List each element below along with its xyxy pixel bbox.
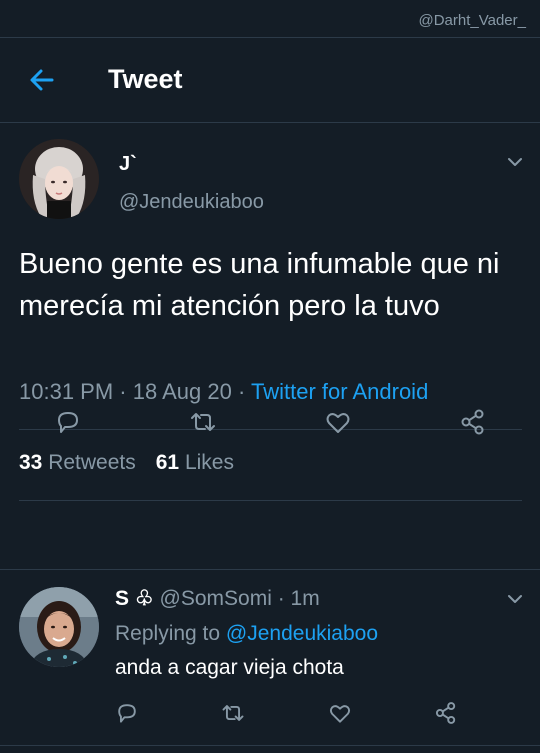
reply-text: anda a cagar vieja chota bbox=[115, 656, 344, 679]
tweet-stats: 33 Retweets 61 Likes bbox=[19, 451, 234, 475]
app-header: Tweet bbox=[0, 38, 540, 123]
meta-separator: · bbox=[271, 587, 291, 610]
avatar[interactable] bbox=[19, 587, 99, 667]
retweets-count: 33 bbox=[19, 451, 43, 474]
reply-icon[interactable] bbox=[114, 700, 140, 726]
tweet-actions bbox=[0, 397, 540, 447]
heart-icon[interactable] bbox=[327, 700, 353, 726]
likes-count: 61 bbox=[155, 451, 180, 474]
reply-display-name[interactable]: S ♧ bbox=[115, 587, 154, 610]
replying-to: Replying to @Jendeukiaboo bbox=[115, 622, 378, 646]
retweet-icon[interactable] bbox=[188, 407, 218, 437]
reply-tweet[interactable]: S ♧ @SomSomi · 1m Replying to @Jendeukia… bbox=[0, 570, 540, 753]
chevron-down-icon[interactable] bbox=[507, 593, 523, 605]
likes-stat[interactable]: 61 Likes bbox=[156, 451, 234, 474]
share-icon[interactable] bbox=[433, 700, 459, 726]
display-name[interactable]: J` bbox=[119, 153, 137, 176]
reply-header: S ♧ @SomSomi · 1m bbox=[115, 586, 320, 611]
avatar[interactable] bbox=[19, 139, 99, 219]
page-title: Tweet bbox=[108, 64, 183, 94]
reply-icon[interactable] bbox=[53, 407, 83, 437]
watermark-bar: @Darht_Vader_ bbox=[0, 0, 540, 38]
back-arrow-icon[interactable] bbox=[28, 66, 56, 94]
reply-time: 1m bbox=[290, 587, 320, 610]
retweets-label: Retweets bbox=[48, 451, 136, 474]
chevron-down-icon[interactable] bbox=[507, 156, 523, 168]
retweet-icon[interactable] bbox=[220, 700, 246, 726]
reply-handle[interactable]: @SomSomi bbox=[160, 587, 272, 610]
retweets-stat[interactable]: 33 Retweets bbox=[19, 451, 136, 474]
reply-actions bbox=[0, 700, 540, 736]
watermark: @Darht_Vader_ bbox=[418, 12, 526, 29]
share-icon[interactable] bbox=[458, 407, 488, 437]
likes-label: Likes bbox=[184, 451, 234, 474]
section-divider bbox=[0, 745, 540, 746]
divider bbox=[19, 500, 522, 501]
user-handle[interactable]: @Jendeukiaboo bbox=[119, 191, 264, 214]
tweet-text: Bueno gente es una infumable que ni mere… bbox=[19, 248, 500, 322]
replying-to-label: Replying to bbox=[115, 622, 221, 645]
heart-icon[interactable] bbox=[323, 407, 353, 437]
replying-to-handle[interactable]: @Jendeukiaboo bbox=[226, 622, 378, 645]
